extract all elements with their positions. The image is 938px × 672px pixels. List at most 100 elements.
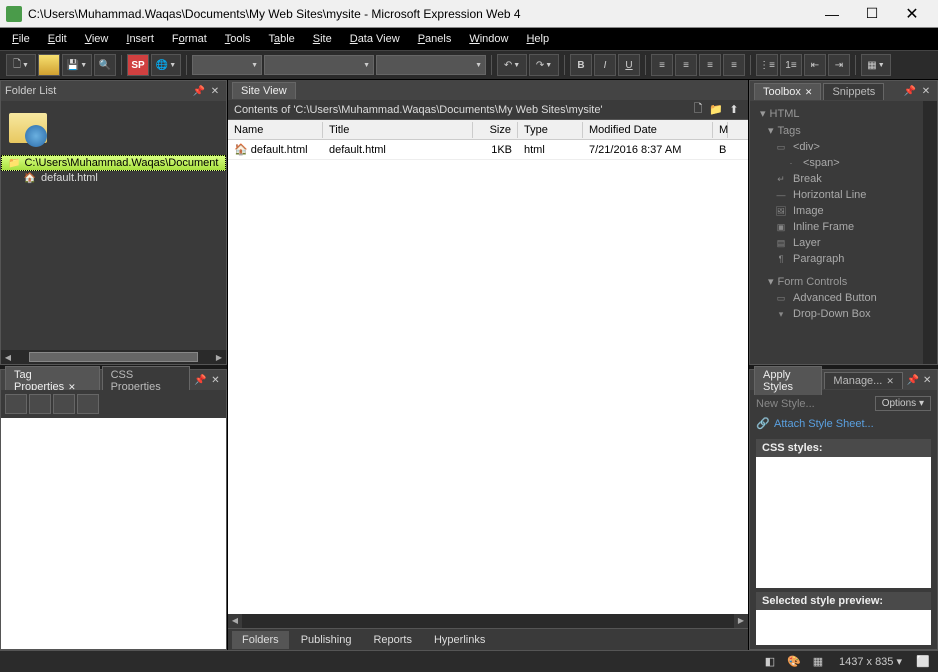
col-size[interactable]: Size [473,122,518,138]
open-button[interactable] [38,54,60,76]
scroll-right-icon[interactable]: ▶ [212,353,226,362]
options-button[interactable]: Options ▾ [875,396,931,411]
scroll-right-icon[interactable]: ▶ [734,614,748,628]
undo-button[interactable]: ↶▼ [497,54,527,76]
toolbox-item-image[interactable]: 🖼Image [756,203,931,219]
font-combo[interactable]: ▼ [264,55,374,75]
close-button[interactable]: ✕ [892,0,932,28]
tree-root-folder[interactable]: 📁 C:\Users\Muhammad.Waqas\Documents\My W… [1,155,226,171]
menu-panels[interactable]: Panels [410,31,460,47]
scroll-left-icon[interactable]: ◀ [228,614,242,628]
menu-help[interactable]: Help [518,31,557,47]
scroll-left-icon[interactable]: ◀ [1,353,15,362]
new-folder-icon[interactable]: 📁 [708,102,724,118]
site-folder-icon[interactable] [9,109,49,147]
pin-icon[interactable]: 📌 [192,84,206,98]
browser-preview-button[interactable]: 🌐▼ [151,54,181,76]
new-page-icon[interactable]: 🗋 [690,102,706,118]
status-mode-icon[interactable]: ⬜ [914,654,932,670]
close-panel-icon[interactable]: ✕ [209,373,222,387]
toolbox-item-layer[interactable]: ▤Layer [756,235,931,251]
tab-snippets[interactable]: Snippets [823,83,884,100]
table-row[interactable]: 🏠default.html default.html 1KB html 7/21… [228,140,748,160]
bullets-button[interactable]: ⋮≡ [756,54,778,76]
align-justify-button[interactable]: ≡ [723,54,745,76]
attach-stylesheet-link[interactable]: 🔗 Attach Style Sheet... [756,413,931,435]
toolbox-group-tags[interactable]: ▾Tags [756,122,931,139]
menu-dataview[interactable]: Data View [342,31,408,47]
toolbox-item-dropdown[interactable]: ▾Drop-Down Box [756,306,931,322]
superpreview-button[interactable]: SP [127,54,149,76]
fontsize-combo[interactable]: ▼ [376,55,486,75]
tab-manage-styles[interactable]: Manage...✕ [824,372,902,389]
toolbox-item-paragraph[interactable]: ¶Paragraph [756,251,931,267]
tab-publishing[interactable]: Publishing [291,631,362,649]
menu-format[interactable]: Format [164,31,215,47]
col-title[interactable]: Title [323,122,473,138]
col-modified[interactable]: Modified Date [583,122,713,138]
style-combo[interactable]: ▼ [192,55,262,75]
tab-folders[interactable]: Folders [232,631,289,649]
pin-icon[interactable]: 📌 [194,373,207,387]
redo-button[interactable]: ↷▼ [529,54,559,76]
toolbox-item-span[interactable]: ·<span> [756,155,931,171]
toolbox-group-formcontrols[interactable]: ▾Form Controls [756,273,931,290]
menu-table[interactable]: Table [260,31,302,47]
file-table-blank[interactable] [228,160,748,614]
col-name[interactable]: Name [228,122,323,138]
underline-button[interactable]: U [618,54,640,76]
close-panel-icon[interactable]: ✕ [208,84,222,98]
tag-props-btn4[interactable] [77,394,99,414]
status-style-icon[interactable]: 🎨 [785,654,803,670]
folder-list-scrollbar[interactable]: ◀ ▶ [1,350,226,364]
css-styles-list[interactable] [756,457,931,588]
tag-props-grid[interactable] [1,418,226,649]
indent-button[interactable]: ⇥ [828,54,850,76]
close-panel-icon[interactable]: ✕ [919,84,933,98]
outdent-button[interactable]: ⇤ [804,54,826,76]
bold-button[interactable]: B [570,54,592,76]
toolbox-item-div[interactable]: ▭<div> [756,139,931,155]
menu-tools[interactable]: Tools [217,31,259,47]
scroll-thumb[interactable] [29,352,198,362]
scroll-track[interactable] [242,614,734,628]
align-right-button[interactable]: ≡ [699,54,721,76]
status-css-icon[interactable]: ▦ [809,654,827,670]
minimize-button[interactable]: — [812,0,852,28]
tag-props-btn1[interactable] [5,394,27,414]
save-button[interactable]: 💾▼ [62,54,92,76]
toolbox-item-break[interactable]: ↵Break [756,171,931,187]
status-visual-aids-icon[interactable]: ◧ [761,654,779,670]
new-button[interactable]: 🗋▼ [6,54,36,76]
menu-view[interactable]: View [77,31,117,47]
pin-icon[interactable]: 📌 [907,373,919,387]
tree-file-default[interactable]: 🏠 default.html [1,171,226,185]
menu-edit[interactable]: Edit [40,31,75,47]
toolbox-item-hr[interactable]: —Horizontal Line [756,187,931,203]
menu-site[interactable]: Site [305,31,340,47]
preview-button[interactable]: 🔍 [94,54,116,76]
numbering-button[interactable]: 1≡ [780,54,802,76]
tag-props-btn2[interactable] [29,394,51,414]
menu-file[interactable]: File [4,31,38,47]
align-center-button[interactable]: ≡ [675,54,697,76]
new-style-link[interactable]: New Style... [756,398,815,410]
borders-button[interactable]: ▦▼ [861,54,891,76]
close-panel-icon[interactable]: ✕ [921,373,933,387]
menu-window[interactable]: Window [461,31,516,47]
col-type[interactable]: Type [518,122,583,138]
align-left-button[interactable]: ≡ [651,54,673,76]
pin-icon[interactable]: 📌 [903,84,917,98]
tab-site-view[interactable]: Site View [232,82,296,99]
menu-insert[interactable]: Insert [118,31,162,47]
center-scrollbar[interactable]: ◀ ▶ [228,614,748,628]
italic-button[interactable]: I [594,54,616,76]
toolbox-scrollbar[interactable] [923,101,937,364]
tab-toolbox[interactable]: Toolbox✕ [754,83,821,100]
tab-reports[interactable]: Reports [363,631,422,649]
maximize-button[interactable]: ☐ [852,0,892,28]
tag-props-btn3[interactable] [53,394,75,414]
col-m[interactable]: M [713,122,728,138]
up-folder-icon[interactable]: ⬆ [726,102,742,118]
toolbox-item-iframe[interactable]: ▣Inline Frame [756,219,931,235]
